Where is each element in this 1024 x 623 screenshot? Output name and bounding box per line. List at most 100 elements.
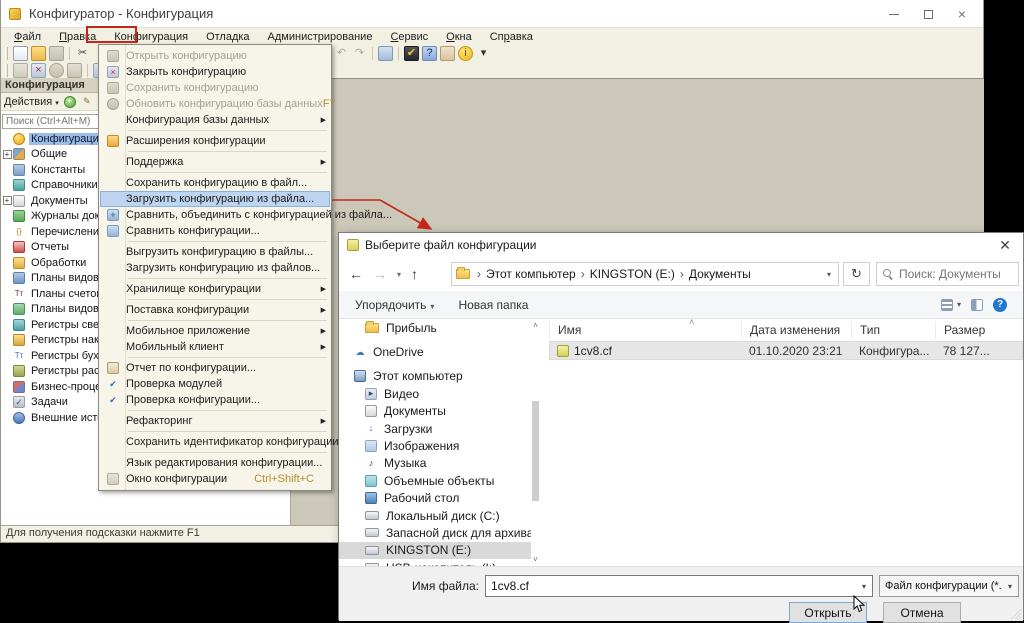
config-table-icon[interactable]: [67, 63, 82, 78]
menu-item-Сохранить-конфигурацию[interactable]: Сохранить конфигурацию: [100, 80, 330, 96]
breadcrumb-item-Этот компьютер[interactable]: Этот компьютер: [486, 267, 576, 281]
sidebar-item-Музыка[interactable]: ♪Музыка: [339, 455, 531, 472]
up-icon[interactable]: ↑: [411, 266, 418, 282]
open-file-icon[interactable]: [31, 46, 46, 61]
menu-item-Язык-редактирования-конфигурации-[interactable]: Язык редактирования конфигурации...: [100, 455, 330, 471]
menu-item-Отчет-по-конфигурации-[interactable]: Отчет по конфигурации...: [100, 360, 330, 376]
menu-item-Обновить-конфигурацию-базы-данных[interactable]: Обновить конфигурацию базы данныхF7: [100, 96, 330, 112]
close-configuration-icon[interactable]: ×: [31, 63, 46, 78]
filename-dropdown-icon[interactable]: ▾: [856, 582, 872, 591]
menu-item-Мобильное-приложение[interactable]: Мобильное приложение▶: [100, 323, 330, 339]
organize-button[interactable]: Упорядочить▾: [355, 298, 434, 312]
column-header-Дата изменения[interactable]: Дата изменения: [741, 321, 851, 339]
menu-item-Загрузить-конфигурацию-из-файлов-[interactable]: Загрузить конфигурацию из файлов...: [100, 260, 330, 276]
sidebar-item-Документы[interactable]: Документы: [339, 403, 531, 420]
sidebar-item-Видео[interactable]: ▸Видео: [339, 385, 531, 402]
preview-pane-icon[interactable]: [971, 299, 983, 311]
menu-item-Мобильный-клиент[interactable]: Мобильный клиент▶: [100, 339, 330, 355]
actions-button[interactable]: Действия ▾: [4, 96, 59, 108]
scroll-down-icon[interactable]: ˅: [531, 555, 540, 564]
close-button[interactable]: ×: [945, 1, 979, 27]
sidebar-item-USB-накопитель (I:)[interactable]: USB-накопитель (I:): [339, 559, 531, 566]
folder-icon: [365, 323, 379, 333]
dialog-close-button[interactable]: ✕: [987, 233, 1023, 257]
recent-locations-icon[interactable]: ▾: [397, 270, 401, 279]
expand-icon[interactable]: +: [3, 196, 12, 205]
sidebar-item-Локальный диск (C:)[interactable]: Локальный диск (C:): [339, 507, 531, 524]
sidebar-item-Загрузки[interactable]: ↓Загрузки: [339, 420, 531, 437]
breadcrumb-item-KINGSTON (E:)[interactable]: KINGSTON (E:): [590, 267, 675, 281]
scroll-up-icon[interactable]: ˄: [531, 321, 540, 330]
menubar-item-Отладка[interactable]: Отладка: [197, 30, 258, 44]
sidebar-scrollbar[interactable]: ˄ ˅: [531, 319, 540, 566]
menu-item-Поддержка[interactable]: Поддержка▶: [100, 154, 330, 170]
menu-item-Сравнить-конфигурации-[interactable]: Сравнить конфигурации...: [100, 223, 330, 239]
sidebar-item-Изображения[interactable]: Изображения: [339, 437, 531, 454]
breadcrumb-item-Документы[interactable]: Документы: [689, 267, 751, 281]
menu-item-Расширения-конфигурации[interactable]: Расширения конфигурации: [100, 133, 330, 149]
sidebar-item-Запасной диск для архива[interactable]: Запасной диск для архива: [339, 524, 531, 541]
undo-icon[interactable]: ↶: [334, 46, 349, 61]
filename-label: Имя файла:: [339, 579, 479, 593]
menu-item-Рефакторинг[interactable]: Рефакторинг▶: [100, 413, 330, 429]
menu-item-Выгрузить-конфигурацию-в-файлы-[interactable]: Выгрузить конфигурацию в файлы...: [100, 244, 330, 260]
menu-item-Поставка-конфигурации[interactable]: Поставка конфигурации▶: [100, 302, 330, 318]
configuration-window-icon[interactable]: [13, 63, 28, 78]
menu-item-Проверка-конфигурации-[interactable]: ✔Проверка конфигурации...: [100, 392, 330, 408]
syntax-check-icon[interactable]: ✔: [404, 46, 419, 61]
search-input[interactable]: [899, 267, 1012, 281]
database-configuration-icon[interactable]: [49, 63, 64, 78]
expand-icon[interactable]: +: [3, 150, 12, 159]
scrollbar-thumb[interactable]: [532, 401, 539, 501]
menubar-item-Справка[interactable]: Справка: [481, 30, 542, 44]
save-file-icon[interactable]: [49, 46, 64, 61]
menu-item-Загрузить-конфигурацию-из-файла-[interactable]: Загрузить конфигурацию из файла...: [100, 191, 330, 207]
sidebar-item-Рабочий стол[interactable]: Рабочий стол: [339, 490, 531, 507]
new-file-icon[interactable]: [13, 46, 28, 61]
resize-grip[interactable]: [1011, 609, 1021, 619]
filetype-combobox[interactable]: Файл конфигурации (*.cf) ▾: [879, 575, 1019, 597]
help-icon[interactable]: ?: [993, 298, 1007, 312]
column-header-Размер[interactable]: Размер: [935, 321, 1001, 339]
view-list-icon[interactable]: ▾: [941, 299, 961, 311]
file-row-1cv8.cf[interactable]: 1cv8.cf01.10.2020 23:21Конфигура...78 12…: [549, 341, 1023, 360]
menubar-item-Администрирование[interactable]: Администрирование: [259, 30, 382, 44]
sidebar-item-OneDrive[interactable]: ☁OneDrive: [339, 343, 531, 360]
sidebar-item-Объемные объекты[interactable]: Объемные объекты: [339, 472, 531, 489]
procedure-icon[interactable]: [440, 46, 455, 61]
copy-style-icon[interactable]: [378, 46, 393, 61]
menu-item-Сохранить-конфигурацию-в-файл-[interactable]: Сохранить конфигурацию в файл...: [100, 175, 330, 191]
menu-item-Проверка-модулей[interactable]: ✔Проверка модулей: [100, 376, 330, 392]
maximize-button[interactable]: [911, 1, 945, 27]
more-icon[interactable]: ▾: [476, 46, 491, 61]
column-header-Имя[interactable]: Имя: [549, 321, 741, 339]
column-header-Тип[interactable]: Тип: [851, 321, 935, 339]
forward-icon[interactable]: →: [373, 266, 387, 282]
cut-icon[interactable]: ✂: [75, 46, 90, 61]
menubar-item-Сервис[interactable]: Сервис: [381, 30, 437, 44]
sidebar-item-KINGSTON (E:)[interactable]: KINGSTON (E:): [339, 542, 531, 559]
menu-item-Окно-конфигурации[interactable]: Окно конфигурацииCtrl+Shift+C: [100, 471, 330, 487]
sort-ascending-icon: ˄: [689, 317, 694, 327]
menu-item-Конфигурация-базы-данных[interactable]: Конфигурация базы данных▶: [100, 112, 330, 128]
breadcrumb-dropdown-icon[interactable]: ▾: [827, 270, 834, 279]
sidebar-item-Этот компьютер[interactable]: Этот компьютер: [339, 368, 531, 385]
refresh-button[interactable]: ↻: [843, 262, 870, 286]
menu-item-Закрыть-конфигурацию[interactable]: ×Закрыть конфигурацию: [100, 64, 330, 80]
menu-item-Открыть-конфигурацию[interactable]: Открыть конфигурацию: [100, 48, 330, 64]
add-icon[interactable]: +: [64, 96, 76, 108]
back-icon[interactable]: ←: [349, 266, 363, 282]
redo-icon[interactable]: ↷: [352, 46, 367, 61]
menu-item-Хранилище-конфигурации[interactable]: Хранилище конфигурации▶: [100, 281, 330, 297]
edit-icon[interactable]: ✎: [81, 96, 93, 108]
menubar-item-Окна[interactable]: Окна: [437, 30, 481, 44]
sidebar-item-Прибыль[interactable]: Прибыль: [339, 319, 531, 336]
menubar-item-Файл[interactable]: Файл: [5, 30, 50, 44]
filename-input[interactable]: [486, 579, 856, 593]
find-template-icon[interactable]: ?: [422, 46, 437, 61]
minimize-button[interactable]: [877, 1, 911, 27]
menu-item-Сравнить-объединить-с-конфигурацией-из-файла-[interactable]: +Сравнить, объединить с конфигурацией из…: [100, 207, 330, 223]
menu-item-Сохранить-идентификатор-конфигурации-в-файл-[interactable]: Сохранить идентификатор конфигурации в ф…: [100, 434, 330, 450]
info-icon[interactable]: i: [458, 46, 473, 61]
new-folder-button[interactable]: Новая папка: [458, 298, 528, 312]
